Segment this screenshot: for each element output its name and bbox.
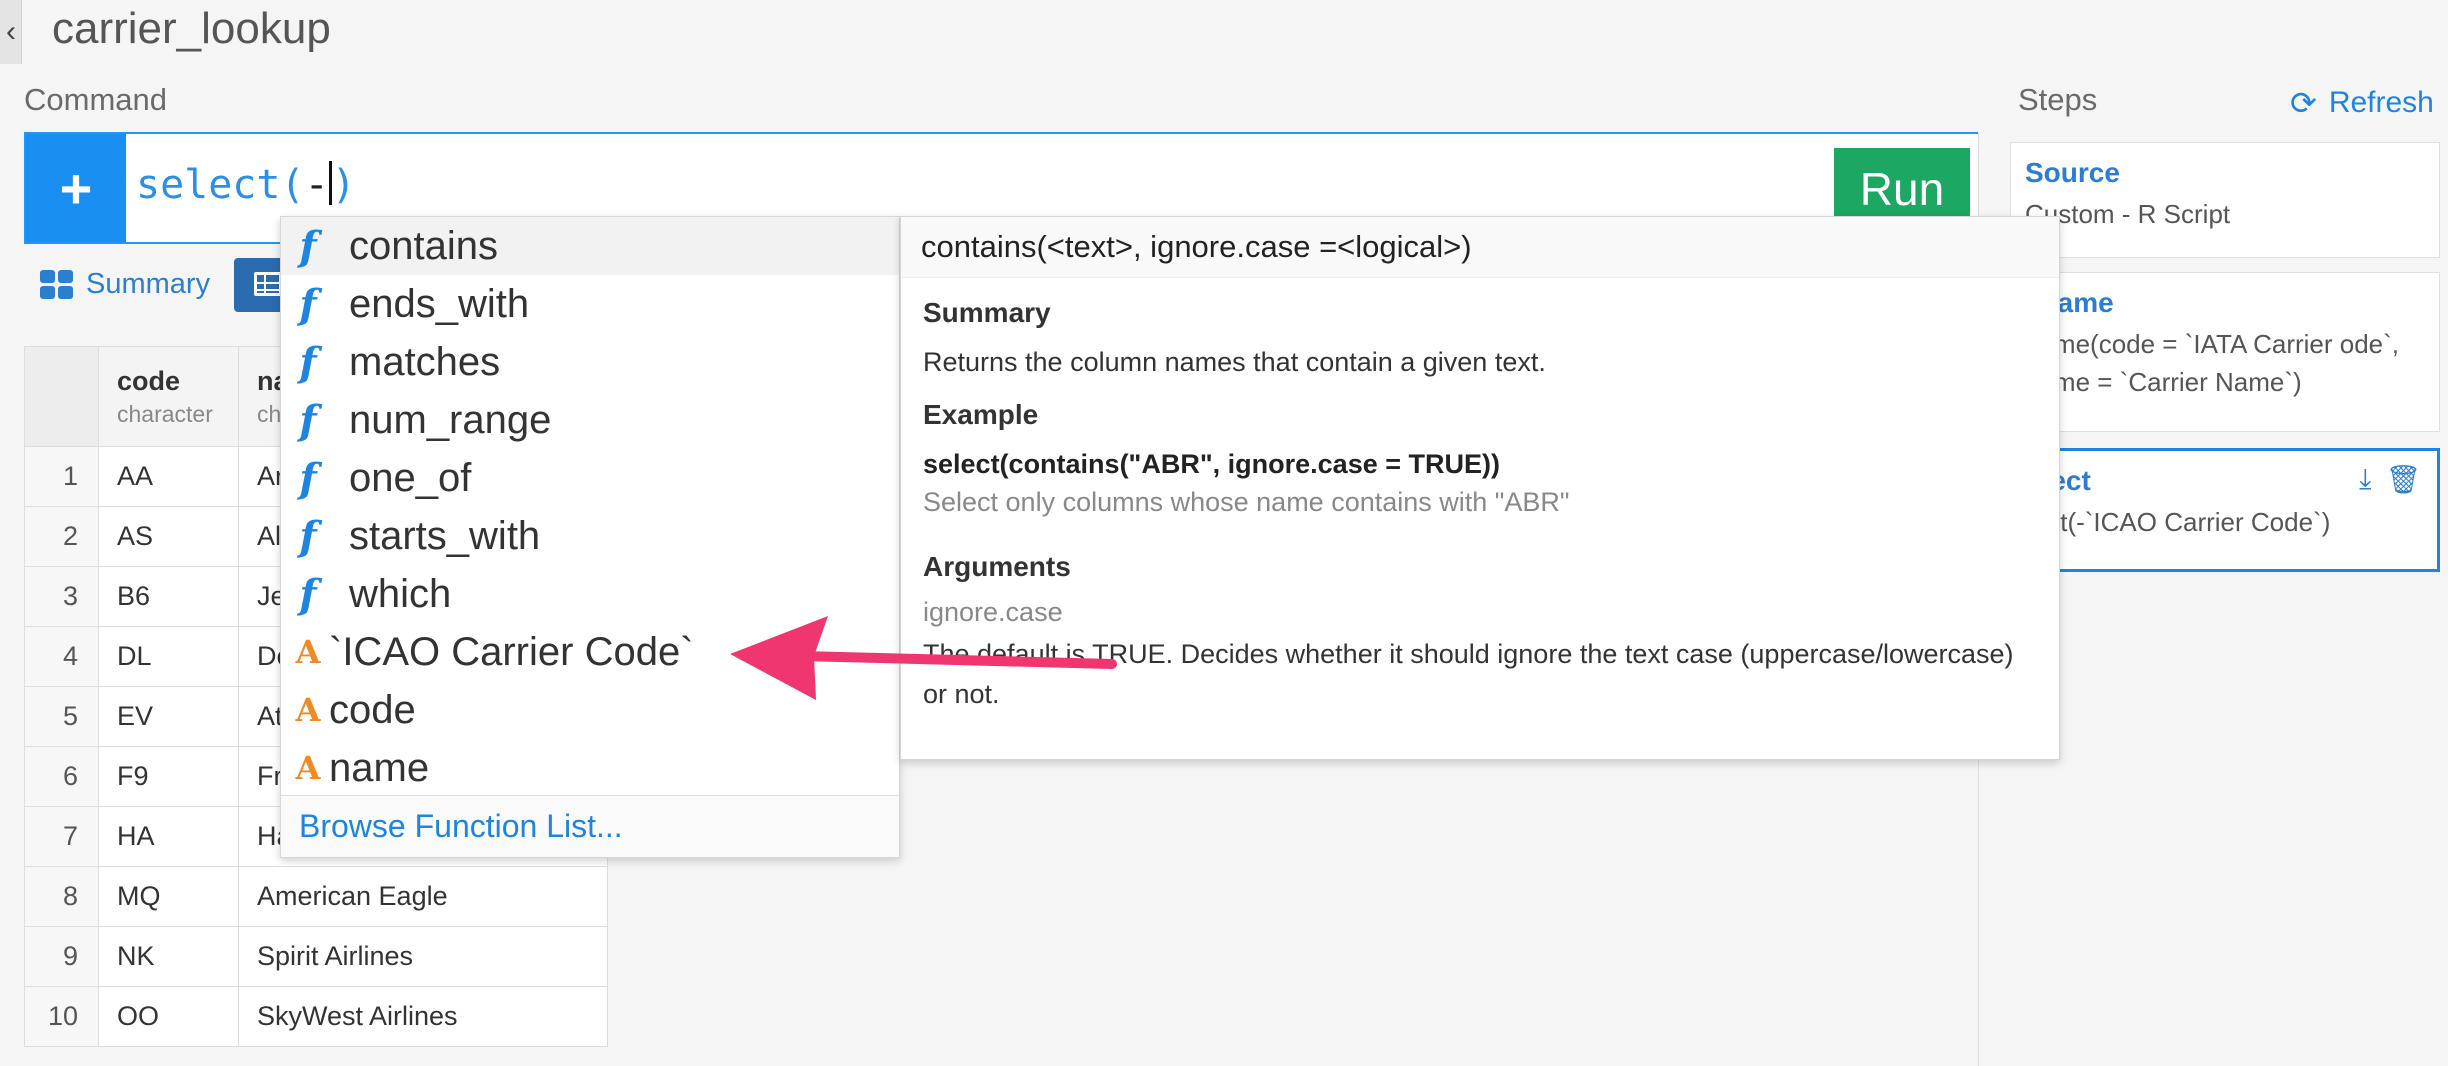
row-index: 4 xyxy=(24,626,99,687)
autocomplete-item-function[interactable]: f one_of xyxy=(281,449,899,507)
code-cell: OO xyxy=(98,986,239,1047)
steps-label: Steps xyxy=(2018,82,2098,117)
browse-function-list-link[interactable]: Browse Function List... xyxy=(281,795,899,857)
column-name: `ICAO Carrier Code` xyxy=(329,629,694,674)
step-select[interactable]: elect lect(-`ICAO Carrier Code`) ⤓ 🗑 xyxy=(2010,448,2440,572)
character-column-icon: A xyxy=(295,691,321,729)
function-name: contains xyxy=(349,223,498,268)
function-name: starts_with xyxy=(349,513,541,558)
command-suffix: ) xyxy=(331,162,356,208)
function-icon: f xyxy=(299,570,317,618)
example-heading: Example xyxy=(923,399,1039,430)
character-column-icon: A xyxy=(295,749,321,787)
autocomplete-item-column[interactable]: Aname xyxy=(281,739,899,797)
row-index-header xyxy=(24,346,99,447)
table-icon xyxy=(254,272,282,296)
example-description: Select only columns whose name contains … xyxy=(923,487,1570,517)
function-name: one_of xyxy=(349,455,472,500)
name-cell: SkyWest Airlines xyxy=(238,986,608,1047)
argument-description-cont: or not. xyxy=(923,679,1000,709)
function-name: num_range xyxy=(349,397,552,442)
row-index: 3 xyxy=(24,566,99,627)
command-prefix: select( xyxy=(136,162,305,208)
row-index: 10 xyxy=(24,986,99,1047)
argument-name: ignore.case xyxy=(923,597,1063,627)
name-cell: Spirit Airlines xyxy=(238,926,608,987)
summary-heading: Summary xyxy=(923,297,1051,328)
autocomplete-item-function[interactable]: f starts_with xyxy=(281,507,899,565)
function-name: which xyxy=(349,571,452,616)
plus-icon[interactable]: + xyxy=(26,134,126,242)
command-input[interactable]: select(-) xyxy=(136,161,356,208)
autocomplete-dropdown: f contains f ends_with f matches f num_range f on… xyxy=(280,216,900,858)
table-row: 9 NK Spirit Airlines xyxy=(24,926,608,987)
code-cell: AS xyxy=(98,506,239,567)
page-title: carrier_lookup xyxy=(52,4,331,53)
example-code: select(contains("ABR", ignore.case = TRU… xyxy=(923,449,1500,479)
autocomplete-item-column[interactable]: A `ICAO Carrier Code` xyxy=(281,623,899,681)
arguments-heading: Arguments xyxy=(923,551,1071,582)
table-row: 8 MQ American Eagle xyxy=(24,866,608,927)
row-index: 6 xyxy=(24,746,99,807)
code-cell: EV xyxy=(98,686,239,747)
function-signature: contains(<text>, ignore.case =<logical>) xyxy=(901,217,2059,278)
command-typed: - xyxy=(304,162,329,208)
function-help-panel: contains(<text>, ignore.case =<logical>)… xyxy=(900,216,2060,760)
summary-label: Summary xyxy=(86,268,211,300)
function-name: ends_with xyxy=(349,281,530,326)
function-icon: f xyxy=(299,454,317,502)
code-cell: HA xyxy=(98,806,239,867)
step-rename[interactable]: ename name(code = `IATA Carrier ode`, na… xyxy=(2010,272,2440,432)
row-index: 2 xyxy=(24,506,99,567)
column-name: code xyxy=(329,687,416,732)
row-index: 8 xyxy=(24,866,99,927)
trash-icon[interactable]: 🗑 xyxy=(2385,463,2421,496)
code-cell: B6 xyxy=(98,566,239,627)
refresh-button[interactable]: ⟳ Refresh xyxy=(2290,84,2434,122)
row-index: 7 xyxy=(24,806,99,867)
autocomplete-item-function[interactable]: f matches xyxy=(281,333,899,391)
code-cell: NK xyxy=(98,926,239,987)
column-header-code[interactable]: code character xyxy=(98,346,239,447)
back-button[interactable]: ‹ xyxy=(0,0,22,64)
summary-toggle[interactable]: Summary xyxy=(40,268,210,301)
code-cell: MQ xyxy=(98,866,239,927)
function-icon: f xyxy=(299,338,317,386)
autocomplete-item-function[interactable]: f which xyxy=(281,565,899,623)
autocomplete-item-function[interactable]: f contains xyxy=(281,217,899,275)
refresh-icon: ⟳ xyxy=(2290,85,2317,121)
code-cell: DL xyxy=(98,626,239,687)
function-icon: f xyxy=(299,396,317,444)
function-icon: f xyxy=(299,512,317,560)
download-icon[interactable]: ⤓ xyxy=(2359,463,2371,496)
row-index: 5 xyxy=(24,686,99,747)
name-cell: American Eagle xyxy=(238,866,608,927)
autocomplete-item-column[interactable]: Acode xyxy=(281,681,899,739)
argument-description: The default is TRUE. Decides whether it … xyxy=(923,639,2014,669)
function-icon: f xyxy=(299,222,317,270)
function-icon: f xyxy=(299,280,317,328)
autocomplete-item-function[interactable]: f num_range xyxy=(281,391,899,449)
column-name: name xyxy=(329,745,430,790)
row-index: 1 xyxy=(24,446,99,507)
table-row: 10 OO SkyWest Airlines xyxy=(24,986,608,1047)
code-cell: AA xyxy=(98,446,239,507)
grid-icon xyxy=(40,269,74,300)
chevron-left-icon: ‹ xyxy=(6,15,16,48)
command-label: Command xyxy=(24,82,167,117)
code-cell: F9 xyxy=(98,746,239,807)
row-index: 9 xyxy=(24,926,99,987)
function-name: matches xyxy=(349,339,501,384)
summary-text: Returns the column names that contain a … xyxy=(923,347,1546,377)
autocomplete-item-function[interactable]: f ends_with xyxy=(281,275,899,333)
step-source[interactable]: Source Custom - R Script xyxy=(2010,142,2440,258)
character-column-icon: A xyxy=(295,633,321,671)
